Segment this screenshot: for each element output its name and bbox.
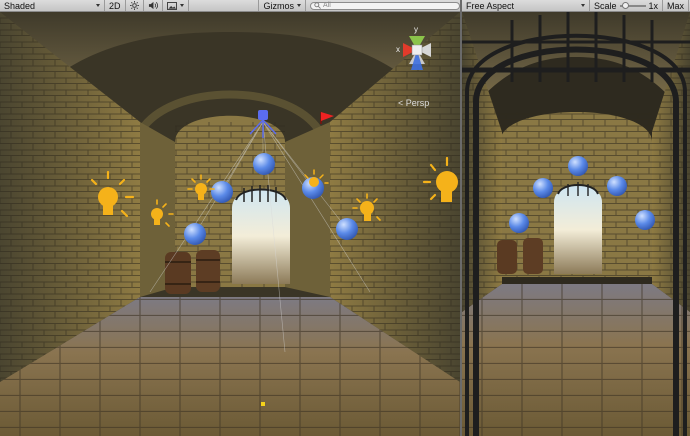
search-placeholder: All [323,2,331,9]
probe-sphere[interactable] [336,218,358,240]
image-icon [166,1,177,10]
probe-sphere[interactable] [253,153,275,175]
scene-view-panel: Shaded 2D Gizmos All x y < Persp [0,0,460,436]
maximize-toggle[interactable]: Max [663,0,690,11]
scene-toolbar: Shaded 2D Gizmos All [0,0,460,12]
aspect-label: Free Aspect [466,0,515,11]
game-viewport[interactable] [462,12,690,436]
shading-mode-label: Shaded [4,0,36,11]
probe-sphere [533,178,553,198]
scale-slider-thumb[interactable] [621,1,629,9]
search-icon [314,2,321,9]
sun-icon [129,1,139,10]
scene-viewport[interactable]: x y < Persp [0,12,460,436]
scale-control[interactable]: Scale 1x [590,0,664,11]
gizmos-label: Gizmos [263,0,294,11]
selection-marker [261,402,265,406]
scene-audio-toggle[interactable] [144,0,163,11]
shading-mode-dropdown[interactable]: Shaded [0,0,105,11]
gizmo-x-label: x [396,45,400,54]
game-render [462,12,690,436]
gizmos-dropdown[interactable]: Gizmos [258,0,306,11]
dungeon-scene-render: x y [0,12,460,436]
scene-lighting-toggle[interactable] [126,0,144,11]
probe-sphere[interactable] [211,181,233,203]
scene-effects-dropdown[interactable] [163,0,189,11]
scale-label: Scale [594,0,617,11]
probe-sphere [568,156,588,176]
game-view-panel: Free Aspect Scale 1x Max [462,0,690,436]
maximize-label: Max [667,0,685,11]
projection-label[interactable]: < Persp [398,98,429,108]
2d-toggle-button[interactable]: 2D [105,0,126,11]
probe-sphere[interactable] [184,223,206,245]
scene-search-input[interactable]: All [310,1,460,10]
probe-sphere [607,176,627,196]
gizmo-y-label: y [414,25,418,34]
2d-label: 2D [109,0,121,11]
game-toolbar: Free Aspect Scale 1x Max [462,0,690,12]
speaker-icon [148,1,158,10]
scale-slider[interactable] [619,1,646,9]
probe-sphere [635,210,655,230]
aspect-dropdown[interactable]: Free Aspect [462,0,590,11]
scale-value: 1x [648,0,659,11]
probe-sphere [509,213,529,233]
